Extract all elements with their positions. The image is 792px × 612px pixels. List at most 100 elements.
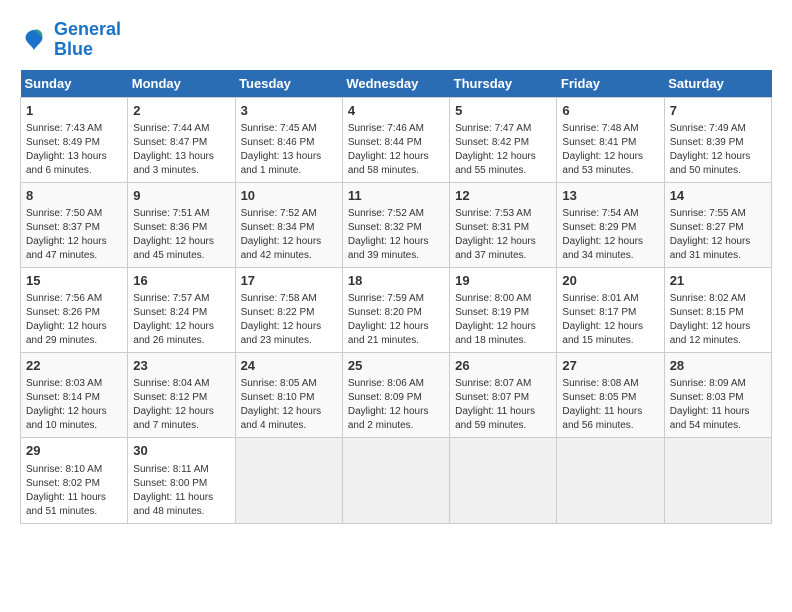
header-monday: Monday bbox=[128, 70, 235, 98]
calendar-cell: 2 Sunrise: 7:44 AMSunset: 8:47 PMDaylight… bbox=[128, 97, 235, 182]
day-info: Sunrise: 8:06 AMSunset: 8:09 PMDaylight:… bbox=[348, 377, 444, 433]
calendar-header-row: SundayMondayTuesdayWednesdayThursdayFrid… bbox=[21, 70, 772, 98]
day-info: Sunrise: 7:45 AMSunset: 8:46 PMDaylight:… bbox=[241, 122, 337, 178]
day-number: 24 bbox=[241, 357, 337, 375]
calendar-cell: 18 Sunrise: 7:59 AMSunset: 8:20 PMDayligh… bbox=[342, 267, 449, 352]
day-number: 10 bbox=[241, 187, 337, 205]
day-info: Sunrise: 7:50 AMSunset: 8:37 PMDaylight:… bbox=[26, 207, 122, 263]
calendar-cell: 3Sunrise: 7:45 AMSunset: 8:46 PMDaylight… bbox=[235, 97, 342, 182]
day-info: Sunrise: 7:49 AMSunset: 8:39 PMDaylight:… bbox=[670, 122, 766, 178]
logo-text: General Blue bbox=[54, 20, 121, 60]
calendar-cell: 23 Sunrise: 8:04 AMSunset: 8:12 PMDayligh… bbox=[128, 353, 235, 438]
day-info: Sunrise: 8:03 AMSunset: 8:14 PMDaylight:… bbox=[26, 377, 122, 433]
header-sunday: Sunday bbox=[21, 70, 128, 98]
calendar-cell: 27Sunrise: 8:08 AMSunset: 8:05 PMDayligh… bbox=[557, 353, 664, 438]
day-info: Sunrise: 8:05 AMSunset: 8:10 PMDaylight:… bbox=[241, 377, 337, 433]
calendar-cell: 19 Sunrise: 8:00 AMSunset: 8:19 PMDayligh… bbox=[450, 267, 557, 352]
day-info: Sunrise: 7:43 AMSunset: 8:49 PMDaylight:… bbox=[26, 122, 122, 178]
day-info: Sunrise: 7:57 AMSunset: 8:24 PMDaylight:… bbox=[133, 292, 229, 348]
day-number: 25 bbox=[348, 357, 444, 375]
calendar-cell: 15 Sunrise: 7:56 AMSunset: 8:26 PMDayligh… bbox=[21, 267, 128, 352]
calendar-cell: 28 Sunrise: 8:09 AMSunset: 8:03 PMDayligh… bbox=[664, 353, 771, 438]
day-info: Sunrise: 7:59 AMSunset: 8:20 PMDaylight:… bbox=[348, 292, 444, 348]
calendar-cell bbox=[664, 438, 771, 523]
calendar-week-row: 22Sunrise: 8:03 AMSunset: 8:14 PMDayligh… bbox=[21, 353, 772, 438]
calendar-cell: 9 Sunrise: 7:51 AMSunset: 8:36 PMDaylight… bbox=[128, 182, 235, 267]
day-info: Sunrise: 7:56 AMSunset: 8:26 PMDaylight:… bbox=[26, 292, 122, 348]
header-saturday: Saturday bbox=[664, 70, 771, 98]
day-info: Sunrise: 7:52 AMSunset: 8:34 PMDaylight:… bbox=[241, 207, 337, 263]
calendar-cell bbox=[450, 438, 557, 523]
day-number: 26 bbox=[455, 357, 551, 375]
day-number: 19 bbox=[455, 272, 551, 290]
day-info: Sunrise: 8:00 AMSunset: 8:19 PMDaylight:… bbox=[455, 292, 551, 348]
header-tuesday: Tuesday bbox=[235, 70, 342, 98]
day-number: 8 bbox=[26, 187, 122, 205]
day-number: 20 bbox=[562, 272, 658, 290]
calendar-cell bbox=[557, 438, 664, 523]
calendar-table: SundayMondayTuesdayWednesdayThursdayFrid… bbox=[20, 70, 772, 524]
calendar-cell: 13Sunrise: 7:54 AMSunset: 8:29 PMDayligh… bbox=[557, 182, 664, 267]
calendar-week-row: 15 Sunrise: 7:56 AMSunset: 8:26 PMDayligh… bbox=[21, 267, 772, 352]
day-number: 29 bbox=[26, 442, 122, 460]
calendar-cell bbox=[342, 438, 449, 523]
day-info: Sunrise: 8:09 AMSunset: 8:03 PMDaylight:… bbox=[670, 377, 766, 433]
calendar-cell: 1 Sunrise: 7:43 AMSunset: 8:49 PMDaylight… bbox=[21, 97, 128, 182]
calendar-cell: 26 Sunrise: 8:07 AMSunset: 8:07 PMDayligh… bbox=[450, 353, 557, 438]
day-info: Sunrise: 7:47 AMSunset: 8:42 PMDaylight:… bbox=[455, 122, 551, 178]
day-number: 14 bbox=[670, 187, 766, 205]
logo-bird-icon bbox=[20, 26, 48, 54]
calendar-cell: 10 Sunrise: 7:52 AMSunset: 8:34 PMDayligh… bbox=[235, 182, 342, 267]
header-friday: Friday bbox=[557, 70, 664, 98]
calendar-cell: 16 Sunrise: 7:57 AMSunset: 8:24 PMDayligh… bbox=[128, 267, 235, 352]
day-number: 1 bbox=[26, 102, 122, 120]
calendar-cell: 20 Sunrise: 8:01 AMSunset: 8:17 PMDayligh… bbox=[557, 267, 664, 352]
day-number: 4 bbox=[348, 102, 444, 120]
day-info: Sunrise: 7:48 AMSunset: 8:41 PMDaylight:… bbox=[562, 122, 658, 178]
day-number: 18 bbox=[348, 272, 444, 290]
day-info: Sunrise: 8:07 AMSunset: 8:07 PMDaylight:… bbox=[455, 377, 551, 433]
day-info: Sunrise: 8:10 AMSunset: 8:02 PMDaylight:… bbox=[26, 463, 122, 519]
day-info: Sunrise: 7:46 AMSunset: 8:44 PMDaylight:… bbox=[348, 122, 444, 178]
header-thursday: Thursday bbox=[450, 70, 557, 98]
calendar-week-row: 8 Sunrise: 7:50 AMSunset: 8:37 PMDaylight… bbox=[21, 182, 772, 267]
day-number: 21 bbox=[670, 272, 766, 290]
logo: General Blue bbox=[20, 20, 121, 60]
day-number: 28 bbox=[670, 357, 766, 375]
day-number: 23 bbox=[133, 357, 229, 375]
calendar-cell: 25 Sunrise: 8:06 AMSunset: 8:09 PMDayligh… bbox=[342, 353, 449, 438]
day-info: Sunrise: 8:02 AMSunset: 8:15 PMDaylight:… bbox=[670, 292, 766, 348]
day-number: 7 bbox=[670, 102, 766, 120]
calendar-cell: 5 Sunrise: 7:47 AMSunset: 8:42 PMDaylight… bbox=[450, 97, 557, 182]
day-number: 6 bbox=[562, 102, 658, 120]
day-info: Sunrise: 7:44 AMSunset: 8:47 PMDaylight:… bbox=[133, 122, 229, 178]
day-info: Sunrise: 7:58 AMSunset: 8:22 PMDaylight:… bbox=[241, 292, 337, 348]
day-number: 17 bbox=[241, 272, 337, 290]
day-number: 16 bbox=[133, 272, 229, 290]
calendar-cell: 29 Sunrise: 8:10 AMSunset: 8:02 PMDayligh… bbox=[21, 438, 128, 523]
calendar-cell: 12 Sunrise: 7:53 AMSunset: 8:31 PMDayligh… bbox=[450, 182, 557, 267]
calendar-cell: 7 Sunrise: 7:49 AMSunset: 8:39 PMDaylight… bbox=[664, 97, 771, 182]
day-number: 5 bbox=[455, 102, 551, 120]
day-info: Sunrise: 8:01 AMSunset: 8:17 PMDaylight:… bbox=[562, 292, 658, 348]
day-info: Sunrise: 8:11 AMSunset: 8:00 PMDaylight:… bbox=[133, 463, 229, 519]
day-info: Sunrise: 8:04 AMSunset: 8:12 PMDaylight:… bbox=[133, 377, 229, 433]
day-number: 2 bbox=[133, 102, 229, 120]
day-number: 15 bbox=[26, 272, 122, 290]
calendar-cell: 30Sunrise: 8:11 AMSunset: 8:00 PMDayligh… bbox=[128, 438, 235, 523]
calendar-cell: 22Sunrise: 8:03 AMSunset: 8:14 PMDayligh… bbox=[21, 353, 128, 438]
calendar-cell: 8 Sunrise: 7:50 AMSunset: 8:37 PMDaylight… bbox=[21, 182, 128, 267]
day-number: 12 bbox=[455, 187, 551, 205]
calendar-cell: 4 Sunrise: 7:46 AMSunset: 8:44 PMDaylight… bbox=[342, 97, 449, 182]
header-wednesday: Wednesday bbox=[342, 70, 449, 98]
day-info: Sunrise: 7:54 AMSunset: 8:29 PMDaylight:… bbox=[562, 207, 658, 263]
calendar-cell: 14Sunrise: 7:55 AMSunset: 8:27 PMDayligh… bbox=[664, 182, 771, 267]
day-number: 9 bbox=[133, 187, 229, 205]
calendar-cell bbox=[235, 438, 342, 523]
calendar-week-row: 1 Sunrise: 7:43 AMSunset: 8:49 PMDaylight… bbox=[21, 97, 772, 182]
day-info: Sunrise: 7:51 AMSunset: 8:36 PMDaylight:… bbox=[133, 207, 229, 263]
calendar-cell: 6 Sunrise: 7:48 AMSunset: 8:41 PMDaylight… bbox=[557, 97, 664, 182]
calendar-cell: 24 Sunrise: 8:05 AMSunset: 8:10 PMDayligh… bbox=[235, 353, 342, 438]
day-info: Sunrise: 7:53 AMSunset: 8:31 PMDaylight:… bbox=[455, 207, 551, 263]
day-number: 11 bbox=[348, 187, 444, 205]
